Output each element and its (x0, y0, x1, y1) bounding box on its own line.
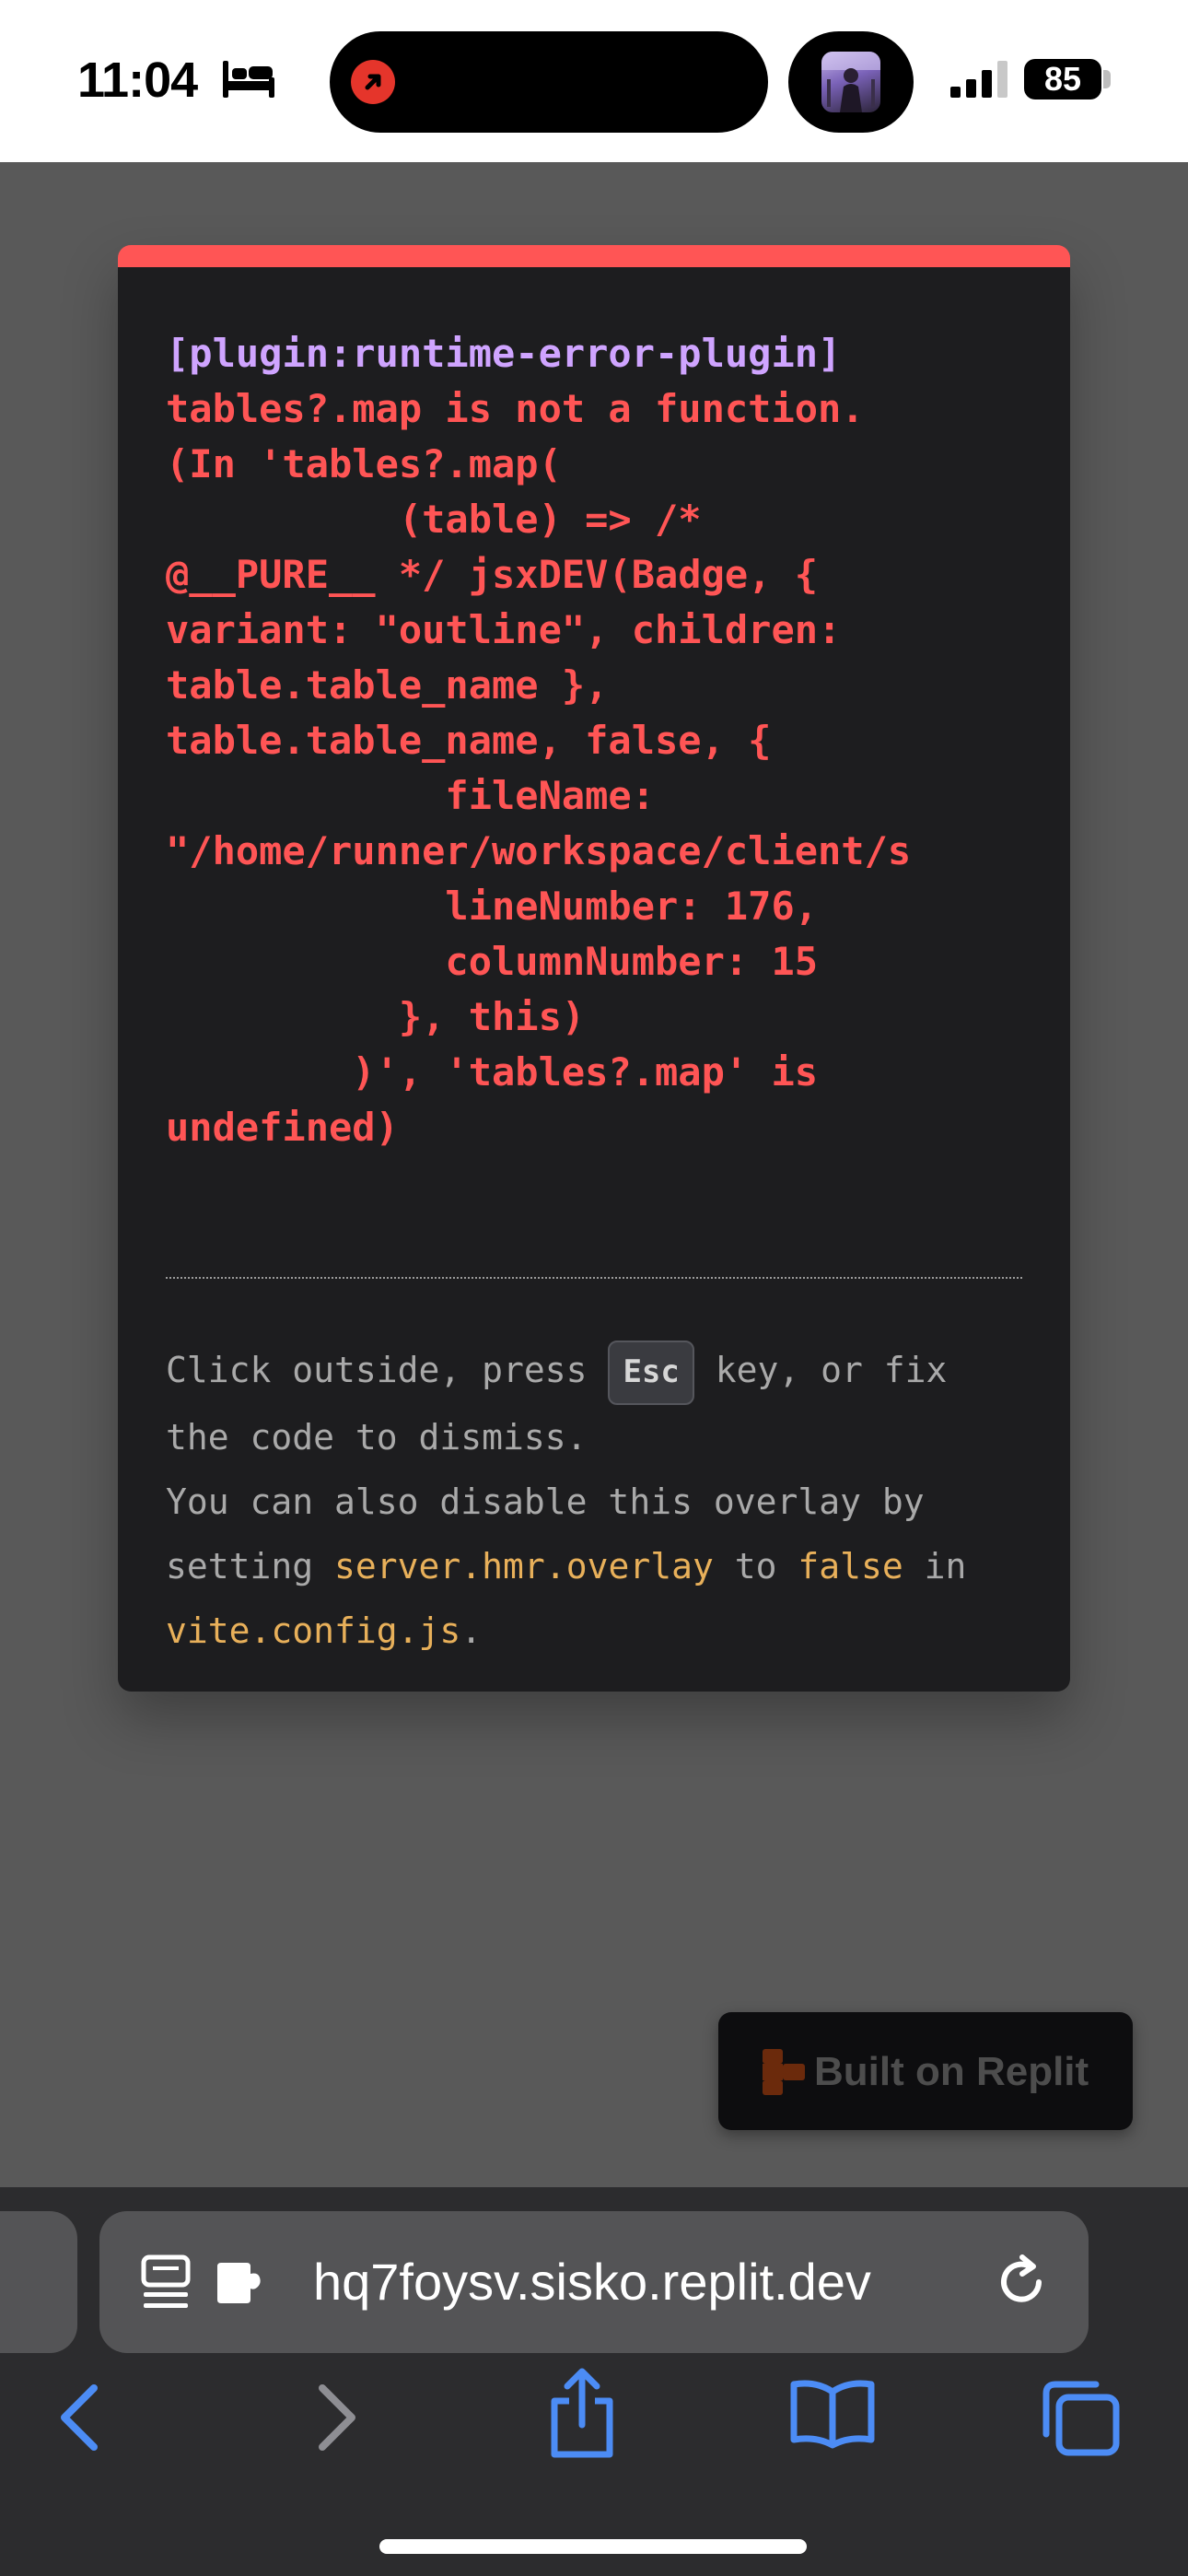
tip-text: . (460, 1610, 483, 1651)
built-on-replit-badge[interactable]: Built on Replit (718, 2012, 1133, 2130)
replit-logo-icon (763, 2049, 805, 2095)
error-line: lineNumber: 176, (166, 884, 819, 929)
error-line: table.table_name }, (166, 662, 609, 708)
error-line: (In 'tables?.map( (166, 441, 562, 486)
error-line: fileName: (166, 773, 656, 818)
config-key: server.hmr.overlay (334, 1545, 714, 1587)
forward-icon[interactable] (311, 2381, 363, 2454)
error-line: tables?.map is not a function. (166, 386, 865, 431)
tip-text: the code to dismiss. (166, 1416, 588, 1458)
back-icon[interactable] (53, 2381, 105, 2454)
status-bar: 11:04 85 (0, 0, 1188, 162)
esc-key: Esc (608, 1340, 694, 1405)
error-overlay-card[interactable]: [plugin:runtime-error-plugin] tables?.ma… (118, 245, 1070, 1692)
address-bar[interactable]: hq7foysv.sisko.replit.dev (99, 2211, 1089, 2353)
dynamic-island[interactable] (330, 31, 768, 133)
plugin-tag: [plugin:runtime-error-plugin] (166, 331, 842, 376)
cellular-signal-icon (950, 61, 1007, 98)
tip-text: Click outside, press (166, 1350, 609, 1390)
bookmarks-icon[interactable] (788, 2379, 877, 2449)
reader-mode-icon[interactable] (140, 2254, 192, 2313)
media-live-activity[interactable] (788, 31, 914, 133)
error-line: table.table_name, false, { (166, 718, 772, 763)
tip-text: You can also disable this overlay by (166, 1481, 925, 1522)
error-line: undefined) (166, 1105, 399, 1150)
config-file: vite.config.js (166, 1610, 461, 1651)
status-time: 11:04 (77, 53, 198, 108)
error-line: columnNumber: 15 (166, 939, 819, 984)
error-line: }, this) (166, 994, 586, 1039)
dismiss-tip: Click outside, press Esc key, or fix the… (166, 1338, 1031, 1663)
tip-text: to (713, 1545, 798, 1587)
tip-text: key, or fix (693, 1350, 948, 1390)
share-icon[interactable] (547, 2368, 617, 2460)
error-message: [plugin:runtime-error-plugin] tables?.ma… (166, 326, 1031, 1155)
extension-puzzle-icon[interactable] (214, 2259, 271, 2307)
previous-tab-peek[interactable] (0, 2211, 77, 2353)
album-art (821, 52, 880, 112)
tabs-icon[interactable] (1039, 2377, 1122, 2458)
tip-text: in (903, 1545, 967, 1587)
error-line: )', 'tables?.map' is (166, 1049, 819, 1095)
home-indicator[interactable] (379, 2539, 807, 2554)
error-line: @__PURE__ */ jsxDEV(Badge, { (166, 552, 819, 597)
battery-cap (1103, 70, 1111, 88)
battery-level: 85 (1024, 59, 1101, 100)
screen-recording-icon (351, 60, 395, 104)
config-value: false (798, 1545, 903, 1587)
reload-icon[interactable] (995, 2254, 1052, 2311)
tip-text: setting (166, 1545, 335, 1587)
replit-badge-label: Built on Replit (814, 2049, 1089, 2094)
error-line: "/home/runner/workspace/client/s (166, 828, 912, 873)
bed-icon (223, 61, 274, 98)
error-line: (table) => /* (166, 497, 702, 542)
url-text: hq7foysv.sisko.replit.dev (313, 2253, 871, 2311)
error-line: variant: "outline", children: (166, 607, 842, 652)
overlay-divider (166, 1277, 1022, 1279)
